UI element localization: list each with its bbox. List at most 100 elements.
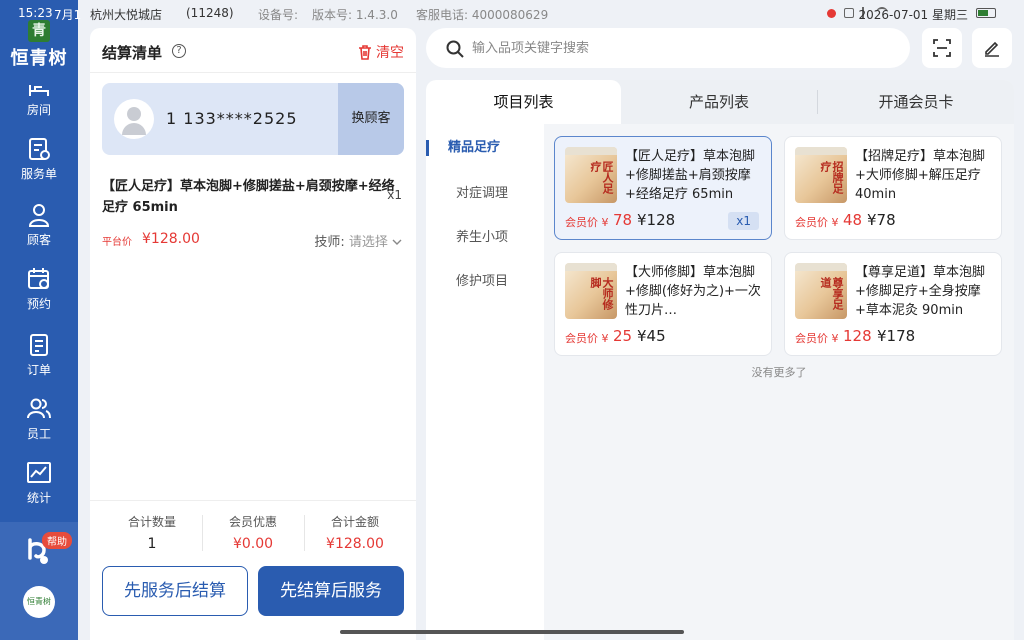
sidebar-item-label: 顾客 [26,233,51,247]
bottom-logo: 恒青树 [23,586,55,618]
product-card[interactable]: 尊享足道 【尊享足道】草本泡脚+修脚足疗+全身按摩+草本泥灸 90min 会员价… [784,252,1002,356]
service-first-button[interactable]: 先服务后结算 [102,566,248,616]
product-title: 【招牌足疗】草本泡脚+大师修脚+解压足疗 40min [855,149,986,202]
member-price: 48 [843,211,863,229]
status-bar: 15:23 7月1 杭州大悦城店 (11248) 设备号: 版本号: 1.4.3… [0,0,1024,28]
search-icon [446,40,464,58]
product-thumbnail: 大师修脚 [565,263,617,319]
device-label: 设备号: [258,8,299,22]
sidebar-item-service-order[interactable]: 服务单 [0,136,78,182]
product-title: 【大师修脚】草本泡脚+修脚(修好为之)+一次性刀片… [625,265,761,318]
platform-price: ¥128.00 [142,231,200,247]
product-card[interactable]: 招牌足疗 【招牌足疗】草本泡脚+大师修脚+解压足疗 40min 会员价 ¥ 48… [784,136,1002,240]
home-indicator[interactable] [340,630,684,634]
calendar-icon [28,268,49,289]
search-input[interactable] [472,36,892,60]
record-indicator-icon [827,8,836,18]
technician-placeholder: 请选择 [348,235,388,250]
member-price-label: 会员价 ¥ [795,216,839,229]
help-badge[interactable]: 帮助 [42,532,72,549]
switch-customer-button[interactable]: 换顾客 [338,83,404,155]
thumbnail-text: 匠人足疗 [589,161,614,194]
search-bar [426,28,910,68]
sidebar-item-label: 订单 [26,363,51,377]
member-price-label: 会员价 ¥ [565,332,609,345]
original-price: ¥45 [637,327,666,345]
tab-projects[interactable]: 项目列表 [426,80,621,124]
summary-discount-value: ¥0.00 [232,536,274,552]
cart-title: 结算清单 [102,44,163,62]
sidebar-item-label: 员工 [26,427,51,441]
summary-qty-label: 合计数量 [127,515,176,529]
category-item[interactable]: 对症调理 [426,172,544,216]
product-title: 【尊享足道】草本泡脚+修脚足疗+全身按摩+草本泥灸 90min [855,265,986,318]
sidebar-item-label: 房间 [26,103,51,117]
tab-products[interactable]: 产品列表 [621,80,817,124]
product-thumbnail: 尊享足道 [795,263,847,319]
category-item[interactable]: 精品足疗 [426,126,544,170]
status-time: 15:23 [18,6,53,20]
summary-discount: 会员优惠 ¥0.00 [203,513,303,552]
avatar [114,99,154,139]
checkout-panel: 结算清单 ? 清空 1 133****2525 换顾客 【匠人足疗】草本泡脚+修… [90,28,416,640]
thumbnail-text: 招牌足疗 [819,161,844,194]
product-card[interactable]: 匠人足疗 【匠人足疗】草本泡脚+修脚搓盐+肩颈按摩+经络足疗 65min 会员价… [554,136,772,240]
tab-bar: 项目列表 产品列表 开通会员卡 [426,80,1014,124]
scan-icon [933,39,951,57]
product-thumbnail: 招牌足疗 [795,147,847,203]
summary-discount-label: 会员优惠 [228,515,277,529]
sidebar-item-label: 服务单 [20,167,57,181]
cart-item-qty: x1 [387,188,402,202]
sidebar-item-appointment[interactable]: 预约 [0,266,78,312]
cart-item-name: 【匠人足疗】草本泡脚+修脚搓盐+肩颈按摩+经络足疗 65min [102,179,395,215]
order-icon [30,334,48,356]
product-card[interactable]: 大师修脚 【大师修脚】草本泡脚+修脚(修好为之)+一次性刀片… 会员价 ¥ 25… [554,252,772,356]
customer-icon [28,204,50,227]
help-question-icon[interactable]: ? [172,44,186,58]
product-grid: 匠人足疗 【匠人足疗】草本泡脚+修脚搓盐+肩颈按摩+经络足疗 65min 会员价… [544,124,1014,640]
sidebar-item-room[interactable]: 房间 [0,82,78,118]
scan-button[interactable] [922,28,962,68]
category-item[interactable]: 养生小项 [426,216,544,260]
customer-phone: 1 133****2525 [166,109,298,128]
pay-first-button[interactable]: 先结算后服务 [258,566,404,616]
original-price: ¥78 [867,211,896,229]
sidebar-item-customer[interactable]: 顾客 [0,202,78,248]
product-thumbnail: 匠人足疗 [565,147,617,203]
no-more-text: 没有更多了 [751,366,807,379]
member-price-label: 会员价 ¥ [795,332,839,345]
summary-total-label: 合计金额 [330,515,379,529]
sidebar-item-orders[interactable]: 订单 [0,332,78,378]
thumbnail-text: 大师修脚 [589,277,614,310]
clear-button[interactable]: 清空 [358,42,404,62]
technician-selector[interactable]: 技师: 请选择 [314,231,402,250]
product-title: 【匠人足疗】草本泡脚+修脚搓盐+肩颈按摩+经络足疗 65min [625,149,756,202]
sidebar: 青 恒青树 房间 服务单 顾客 预约 订单 员工 统计 帮助 恒青树 [0,0,78,640]
status-date-short: 7月1 [54,8,82,22]
category-item[interactable]: 修护项目 [426,260,544,304]
status-datetime: 2026-07-01 星期三 [858,8,968,22]
chevron-down-icon [392,239,402,245]
edit-button[interactable] [972,28,1012,68]
battery-icon [976,8,996,18]
room-icon [29,85,49,96]
member-price: 128 [843,327,872,345]
stats-icon [27,462,51,483]
technician-label: 技师: [314,235,345,250]
original-price: ¥178 [877,327,916,345]
trash-icon [359,44,371,60]
original-price: ¥128 [637,211,676,229]
sidebar-item-staff[interactable]: 员工 [0,396,78,442]
sidebar-item-stats[interactable]: 统计 [0,460,78,506]
sidebar-item-label: 统计 [26,491,51,505]
summary-total-value: ¥128.00 [326,536,384,552]
service-phone: 客服电话: 4000080629 [416,8,549,22]
customer-card[interactable]: 1 133****2525 换顾客 [102,83,404,155]
summary-qty-value: 1 [147,536,157,552]
category-list: 精品足疗 对症调理 养生小项 修护项目 [426,124,544,640]
member-price: 78 [613,211,633,229]
summary-qty: 合计数量 1 [102,513,202,552]
staff-icon [27,398,51,419]
tab-membership[interactable]: 开通会员卡 [818,80,1014,124]
thumbnail-text: 尊享足道 [819,277,844,310]
